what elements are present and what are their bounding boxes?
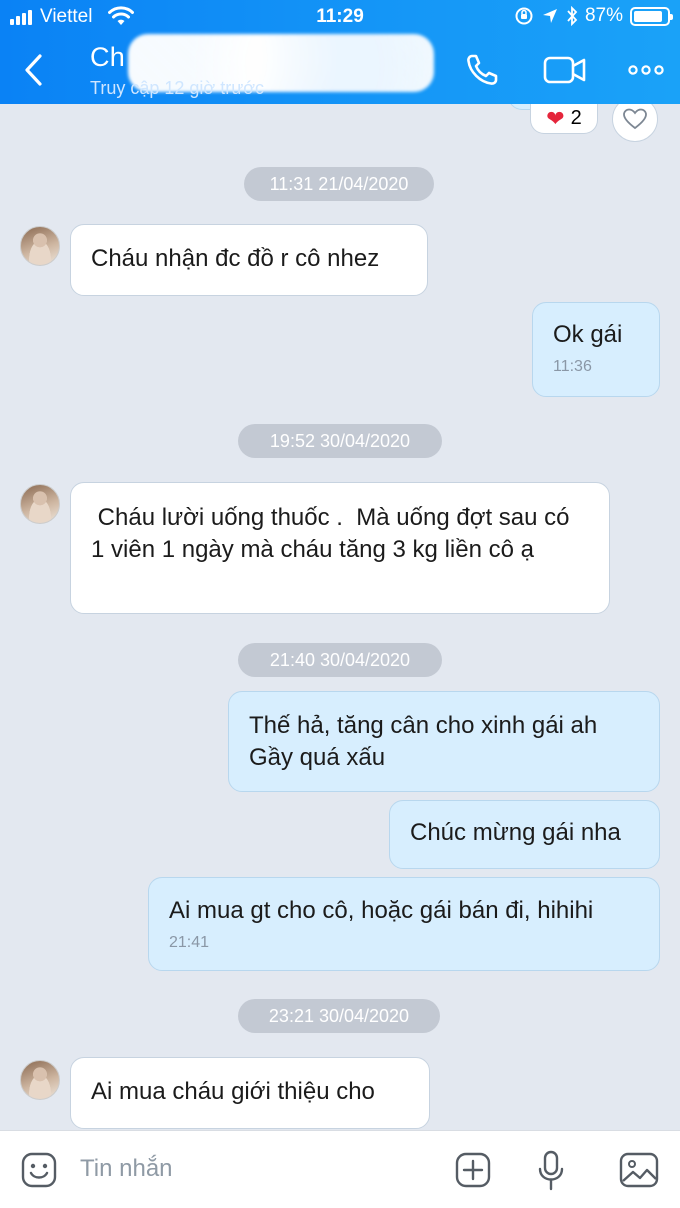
- heart-outline-icon: [623, 108, 647, 130]
- message-list[interactable]: ❤ 2 11:31 21/04/2020 Cháu nhận đc đồ r c…: [0, 104, 680, 1130]
- more-icon[interactable]: [626, 50, 666, 90]
- sticker-icon[interactable]: [20, 1151, 58, 1189]
- message-text: Cháu lười uống thuốc . Mà uống đợt sau c…: [91, 504, 577, 563]
- status-bar: Viettel 11:29 87%: [0, 0, 680, 34]
- outgoing-message[interactable]: Ok gái 11:36: [532, 302, 660, 397]
- timestamp-divider: 19:52 30/04/2020: [238, 424, 442, 458]
- message-text: Ai mua gt cho cô, hoặc gái bán đi, hihih…: [169, 897, 594, 924]
- outgoing-message[interactable]: Ai mua gt cho cô, hoặc gái bán đi, hihih…: [148, 877, 660, 971]
- chat-header: Viettel 11:29 87% Ch Truy cập 12 giờ trư…: [0, 0, 680, 104]
- message-text: Ok gái: [553, 321, 623, 348]
- back-chevron-icon[interactable]: [20, 52, 50, 88]
- react-button[interactable]: [612, 104, 658, 142]
- message-text: Thế hả, tăng cân cho xinh gái ah Gầy quá…: [249, 712, 598, 771]
- message-text: Chúc mừng gái nha: [410, 819, 621, 846]
- microphone-icon[interactable]: [536, 1149, 566, 1193]
- message-composer: Tin nhắn: [0, 1130, 680, 1208]
- phone-icon[interactable]: [462, 50, 502, 90]
- incoming-message[interactable]: Cháu nhận đc đồ r cô nhez: [70, 224, 428, 296]
- bluetooth-icon: [567, 6, 578, 26]
- rotation-lock-icon: [515, 7, 533, 25]
- battery-percent: 87%: [584, 5, 623, 26]
- timestamp-divider: 21:40 30/04/2020: [238, 643, 442, 677]
- message-time: 21:41: [169, 934, 210, 951]
- add-icon[interactable]: [454, 1151, 492, 1189]
- message-text: Cháu nhận đc đồ r cô nhez: [91, 245, 380, 272]
- timestamp-divider: 11:31 21/04/2020: [244, 167, 434, 201]
- reaction-summary[interactable]: ❤ 2: [530, 104, 598, 134]
- contact-name[interactable]: Ch: [90, 42, 125, 73]
- outgoing-message[interactable]: Chúc mừng gái nha: [389, 800, 660, 869]
- avatar[interactable]: [20, 484, 60, 524]
- image-icon[interactable]: [618, 1151, 660, 1189]
- message-time: 11:36: [553, 358, 592, 375]
- location-icon: [542, 9, 557, 23]
- message-input[interactable]: Tin nhắn: [80, 1155, 173, 1183]
- avatar[interactable]: [20, 226, 60, 266]
- reaction-count: 2: [570, 107, 582, 129]
- last-seen-status: Truy cập 12 giờ trước: [90, 78, 265, 98]
- battery-icon: [630, 6, 673, 26]
- heart-reaction-icon: ❤: [546, 105, 565, 131]
- incoming-message[interactable]: Cháu lười uống thuốc . Mà uống đợt sau c…: [70, 482, 610, 614]
- avatar[interactable]: [20, 1060, 60, 1100]
- incoming-message[interactable]: Ai mua cháu giới thiệu cho: [70, 1057, 430, 1129]
- video-call-icon[interactable]: [542, 50, 588, 90]
- timestamp-divider: 23:21 30/04/2020: [238, 999, 440, 1033]
- outgoing-message[interactable]: Thế hả, tăng cân cho xinh gái ah Gầy quá…: [228, 691, 660, 792]
- message-text: Ai mua cháu giới thiệu cho: [91, 1078, 375, 1105]
